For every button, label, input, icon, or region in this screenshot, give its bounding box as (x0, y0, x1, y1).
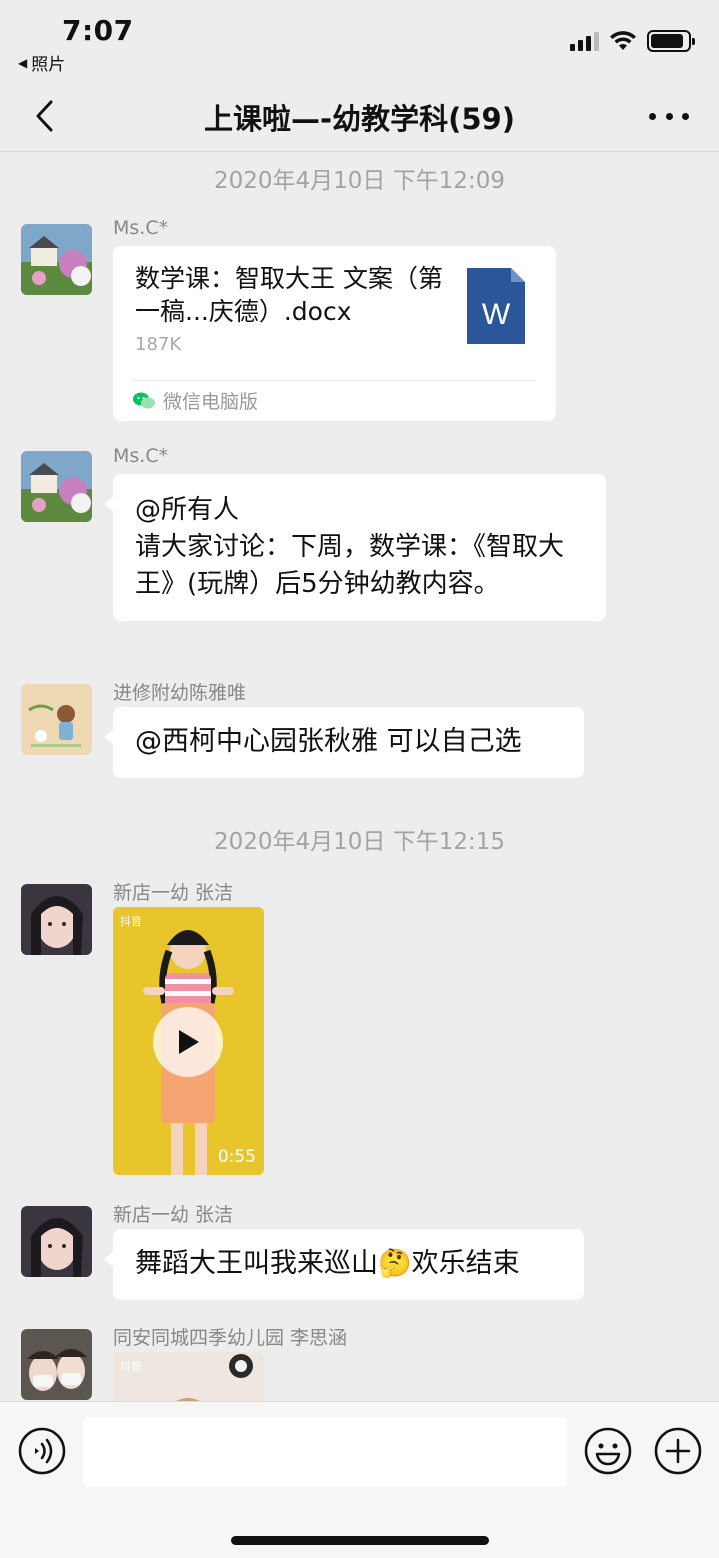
emoji-icon[interactable] (584, 1427, 632, 1475)
video-duration: 0:55 (217, 1147, 256, 1167)
sender-name: Ms.C* (113, 445, 169, 467)
status-time: 7:07 (62, 14, 134, 47)
video-message[interactable]: 抖音 0:55 (113, 907, 264, 1175)
chat-header: 上课啦—-幼教学科(59) (0, 80, 719, 152)
status-bar: 7:07 ◀ 照片 (0, 0, 719, 80)
app-logo: 抖音 (120, 1360, 142, 1373)
sender-name: 新店一幼 张洁 (113, 882, 234, 904)
text-message[interactable]: @西柯中心园张秋雅 可以自己选 (104, 707, 584, 778)
app-logo: 抖音 (120, 915, 142, 928)
chat-title: 上课啦—-幼教学科(59) (204, 102, 515, 136)
avatar[interactable] (21, 1206, 92, 1277)
file-source-label: 微信电脑版 (163, 391, 259, 413)
cellular-signal-icon (570, 31, 599, 51)
file-source: 微信电脑版 (133, 387, 258, 414)
file-message[interactable]: 数学课：智取大王 文案（第一稿...庆德）.docx 187K W 微信电脑版 (113, 246, 556, 421)
avatar[interactable] (21, 684, 92, 755)
battery-icon (647, 30, 695, 52)
timestamp: 2020年4月10日 下午12:09 (213, 168, 506, 194)
sender-name: 新店一幼 张洁 (113, 1204, 234, 1226)
avatar[interactable] (21, 451, 92, 522)
file-size: 187K (135, 334, 182, 355)
input-bar (0, 1401, 719, 1558)
sender-name: Ms.C* (113, 217, 169, 239)
sender-name: 进修附幼陈雅唯 (113, 682, 247, 704)
plus-icon[interactable] (654, 1427, 702, 1475)
text-message[interactable]: 舞蹈大王叫我来巡山🤔欢乐结束 (104, 1229, 584, 1300)
video-message[interactable]: 抖音 (113, 1352, 264, 1401)
status-indicators (570, 30, 695, 52)
text-message[interactable]: @所有人 请大家讨论：下周，数学课：《智取大王》(玩牌）后5分钟幼教内容。 (104, 474, 606, 621)
wifi-icon (610, 31, 636, 50)
timestamp: 2020年4月10日 下午12:15 (213, 829, 506, 855)
message-input[interactable] (83, 1417, 567, 1487)
home-indicator[interactable] (231, 1536, 489, 1545)
back-to-app[interactable]: ◀ 照片 (18, 50, 65, 75)
avatar[interactable] (21, 884, 92, 955)
wechat-icon (133, 392, 155, 408)
sender-name: 同安同城四季幼儿园 李思涵 (113, 1327, 348, 1349)
back-app-label: 照片 (31, 55, 66, 75)
file-name: 数学课：智取大王 文案（第一稿...庆德）.docx (135, 264, 443, 326)
file-icon-letter: W (482, 298, 511, 331)
more-options-icon[interactable] (649, 98, 689, 134)
battery-fill (651, 34, 684, 48)
word-document-icon: W (467, 268, 525, 344)
avatar[interactable] (21, 224, 92, 295)
back-triangle-icon: ◀ (18, 55, 28, 70)
divider (133, 380, 536, 381)
message-list[interactable]: 2020年4月10日 下午12:09 Ms.C* 数学课：智取大王 文案（第一稿… (0, 153, 719, 1401)
play-icon[interactable] (153, 1007, 223, 1077)
voice-icon[interactable] (18, 1427, 66, 1475)
avatar[interactable] (21, 1329, 92, 1400)
